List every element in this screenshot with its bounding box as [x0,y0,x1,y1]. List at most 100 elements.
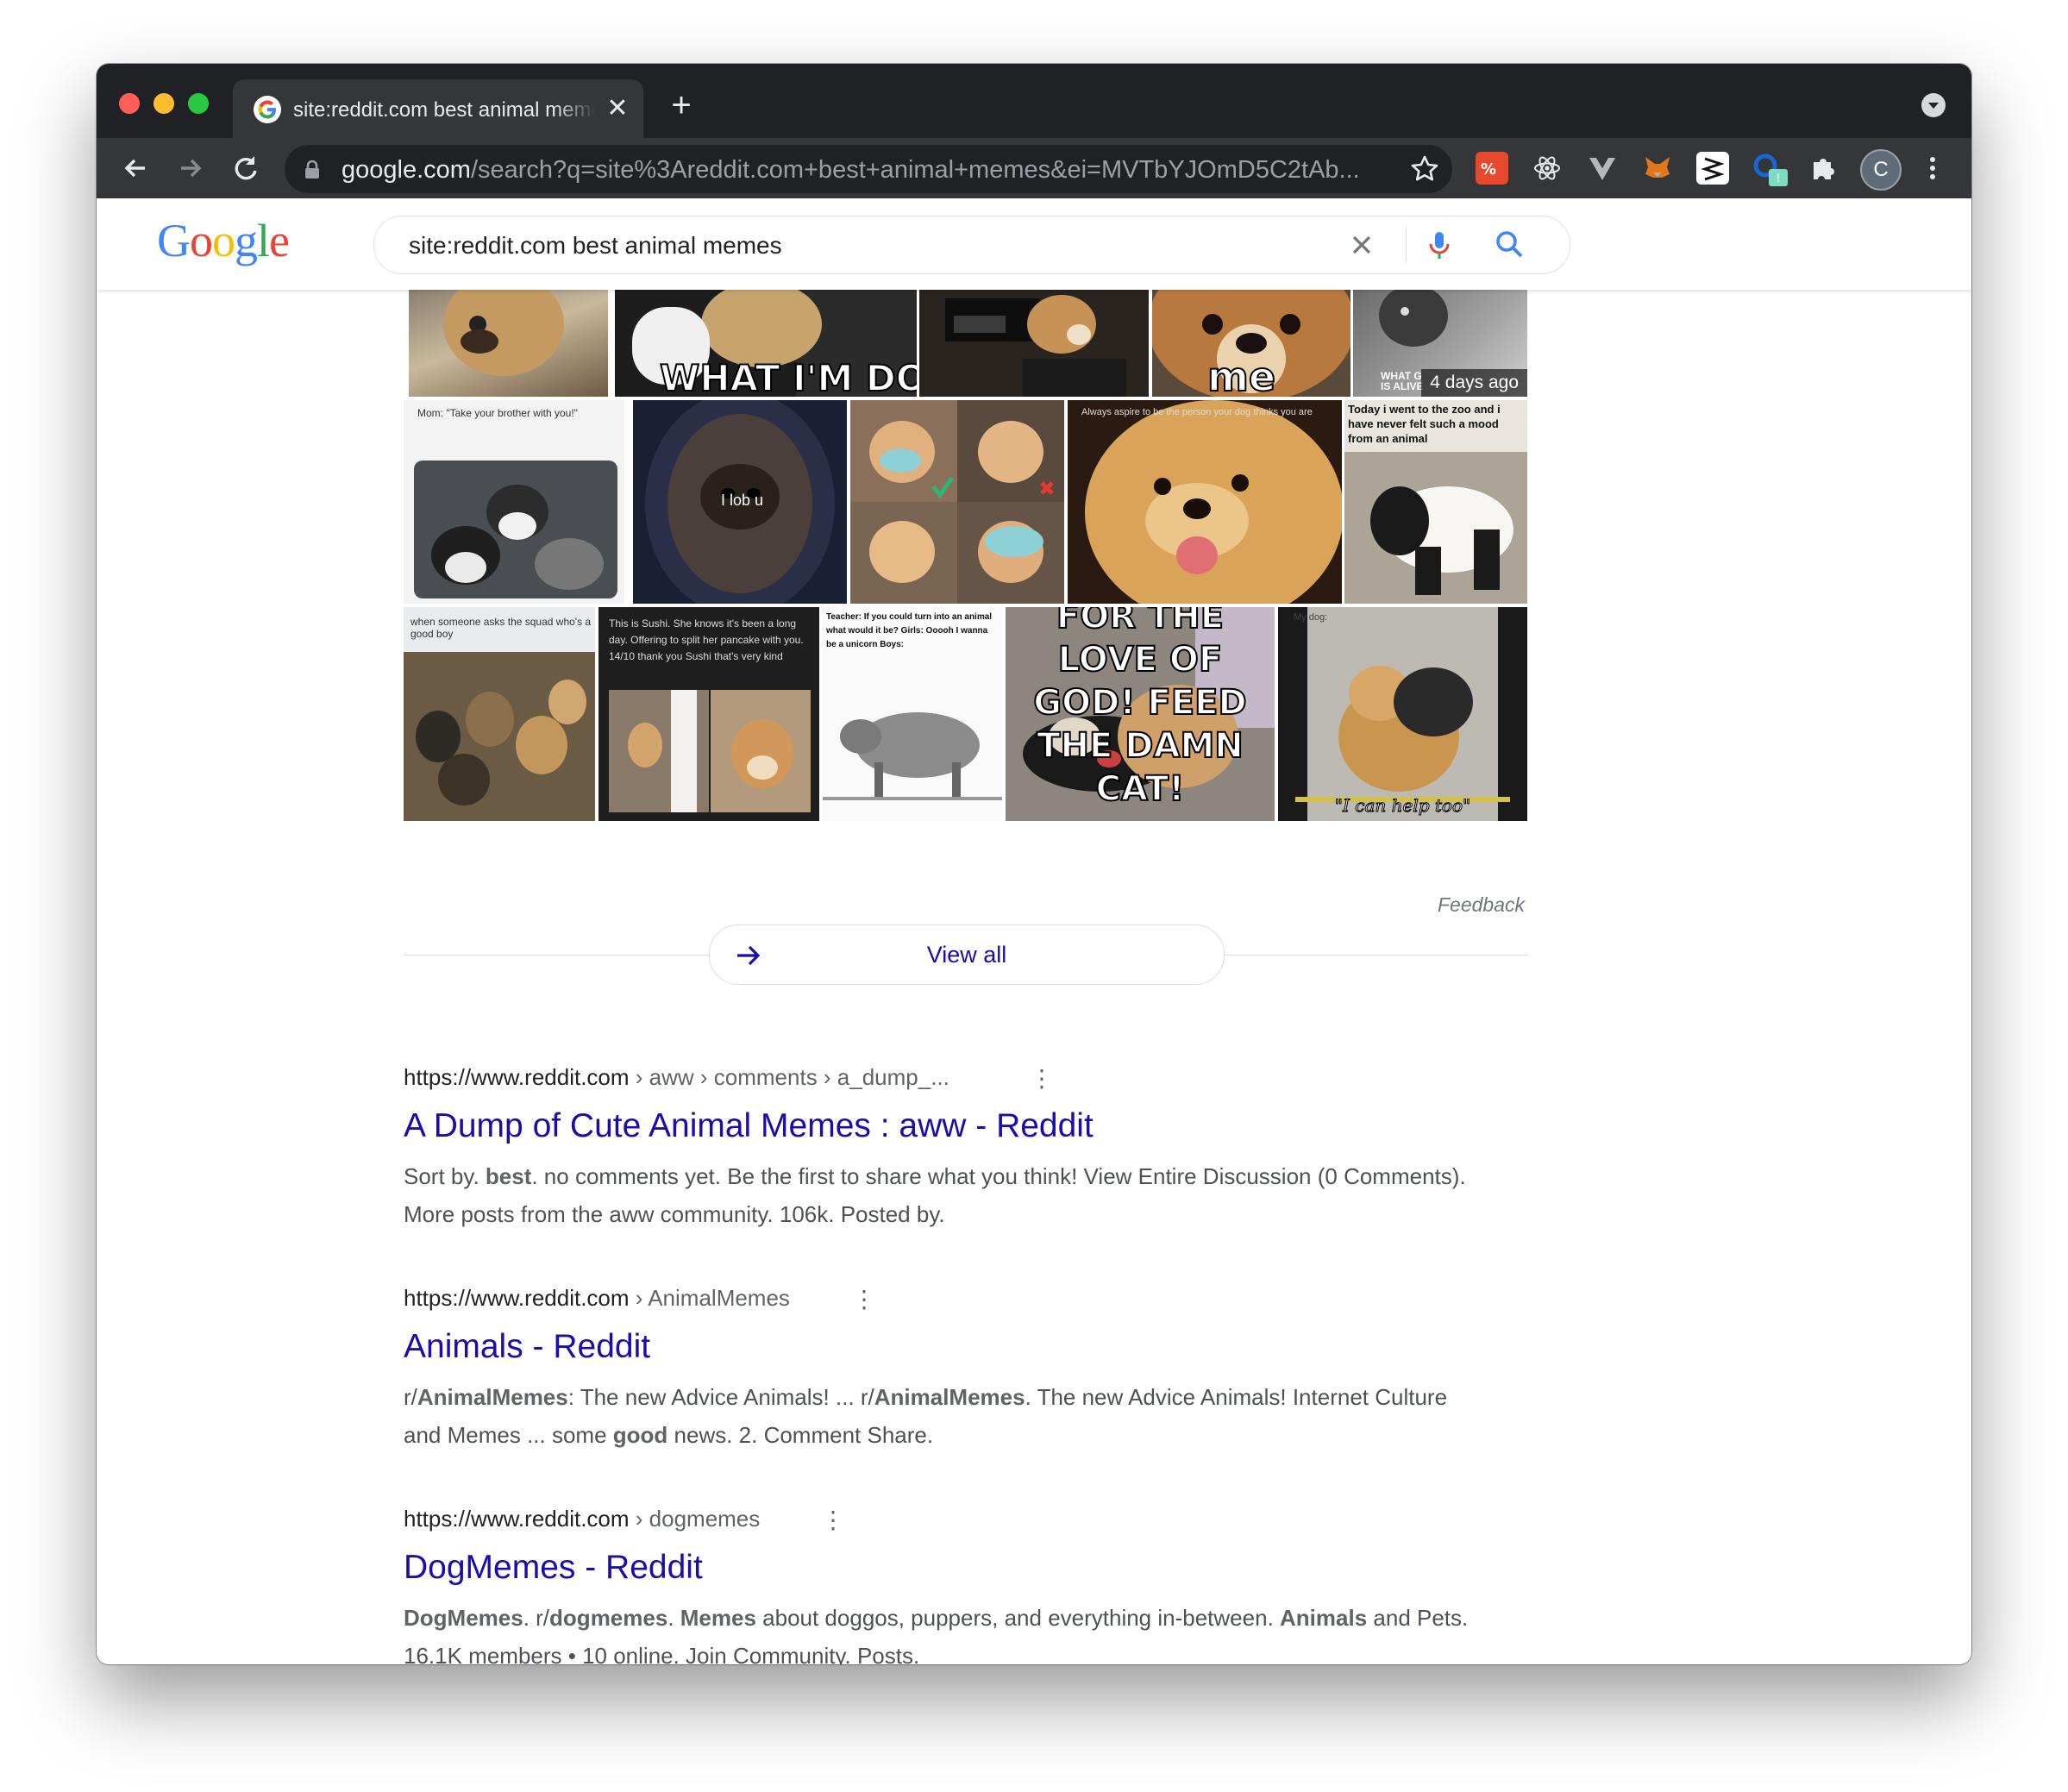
logo-letter: e [269,215,290,266]
more-options-kebab-icon[interactable]: ⋮ [852,1285,876,1313]
forward-arrow-icon [181,159,202,178]
back-button[interactable] [117,150,154,186]
browser-window: site:reddit.com best animal memes - Goog… [97,64,1971,1664]
logo-letter: G [157,215,191,266]
google-logo[interactable]: Google [157,214,290,267]
search-result: https://www.reddit.com › aww › comments … [404,1064,1473,1233]
minimize-window-button[interactable] [154,93,174,114]
logo-letter: o [190,215,213,266]
reload-icon [235,156,257,180]
extension-vue-icon[interactable] [1586,152,1619,185]
result-breadcrumb[interactable]: https://www.reddit.com › AnimalMemes ⋮ [404,1285,1473,1314]
extension-badge: ! [1769,169,1788,186]
image-result-feed-the-cat[interactable]: FOR THE LOVE OF GOD! FEED THE DAMN CAT! [1006,607,1275,821]
image-result-tapir-unicorn[interactable]: Teacher: If you could turn into an anima… [823,607,1002,821]
result-title-link[interactable]: DogMemes - Reddit [404,1549,1473,1594]
result-breadcrumb[interactable]: https://www.reddit.com › aww › comments … [404,1064,1473,1093]
result-path: › AnimalMemes [629,1285,790,1311]
extension-metamask-icon[interactable] [1641,152,1674,185]
google-header: Google site:reddit.com best animal memes [97,198,1971,290]
clear-search-button[interactable] [1344,227,1380,263]
view-all-button[interactable]: View all [709,924,1225,985]
maximize-window-button[interactable] [188,93,209,114]
image-result-i-can-help-too[interactable]: My dog: "I can help too" [1278,607,1527,821]
search-results-page: WHAT I'M DOING me WHAT G IS ALIVE 4 days… [97,290,1971,1664]
image-result-golden-retriever[interactable]: Always aspire to be the person your dog … [1068,400,1342,604]
image-result-dog-1[interactable] [409,290,608,397]
search-button[interactable] [1492,227,1528,263]
image-caption: "I can help too" [1334,795,1471,817]
image-caption: Always aspire to be the person your dog … [1081,407,1313,417]
back-arrow-icon [124,159,145,178]
result-title-link[interactable]: Animals - Reddit [404,1328,1473,1373]
extension-blue-icon[interactable]: ! [1752,152,1788,186]
image-caption: I lob u [721,492,764,509]
result-path: › dogmemes [629,1506,761,1532]
profile-avatar[interactable]: C [1860,149,1902,191]
reload-button[interactable] [228,150,264,186]
extension-react-icon[interactable] [1531,152,1564,185]
browser-menu-kebab-icon[interactable] [1916,152,1949,185]
image-result-me-dog[interactable]: me [1152,290,1350,397]
url-host: google.com [342,156,471,184]
image-date-badge: 4 days ago [1421,369,1527,397]
image-result-sushi-shiba[interactable]: This is Sushi. She knows it's been a lon… [598,607,819,821]
svg-text:%: % [1481,160,1496,179]
voice-search-button[interactable] [1421,227,1457,263]
image-caption-label: My dog: [1294,612,1328,623]
extension-stack-icon[interactable] [1696,152,1729,185]
tab-close-icon[interactable]: ✕ [604,95,631,122]
browser-toolbar: google.com/search?q=site%3Areddit.com+be… [97,138,1971,198]
result-snippet: r/AnimalMemes: The new Advice Animals! .… [404,1384,1448,1448]
new-tab-button[interactable]: + [666,88,697,122]
url-path: /search?q=site%3Areddit.com+best+animal+… [470,156,1360,184]
logo-letter: l [257,215,270,266]
bookmark-star-icon[interactable] [1409,154,1440,185]
view-all-label: View all [926,942,1007,968]
microphone-icon [1429,232,1450,259]
result-site: https://www.reddit.com [404,1064,630,1090]
image-result-good-boy-squad[interactable]: when someone asks the squad who's a good… [404,607,595,821]
image-result-cat-alive[interactable]: WHAT G IS ALIVE 4 days ago [1353,290,1527,397]
logo-letter: g [235,215,258,266]
image-caption: FOR THE LOVE OF GOD! FEED THE DAMN CAT! [1032,607,1247,810]
logo-letter: o [212,215,235,266]
tab-search-button[interactable] [1921,93,1946,117]
image-result-panda[interactable]: Today i went to the zoo and i have never… [1344,400,1527,604]
image-caption: me [1206,353,1276,397]
url-text: google.com/search?q=site%3Areddit.com+be… [342,156,1376,185]
chevron-down-icon [1928,103,1939,109]
lock-icon [305,160,319,179]
image-caption: Mom: "Take your brother with you!" [417,407,578,419]
close-window-button[interactable] [119,93,140,114]
search-box[interactable]: site:reddit.com best animal memes [373,216,1570,274]
google-favicon-icon [254,96,281,123]
result-snippet: Sort by. best. no comments yet. Be the f… [404,1163,1466,1227]
search-input[interactable]: site:reddit.com best animal memes [409,232,782,260]
result-title-link[interactable]: A Dump of Cute Animal Memes : aww - Redd… [404,1107,1473,1152]
extension-translate-icon[interactable]: % [1476,152,1508,185]
image-caption: WHAT I'M DOING [659,356,917,397]
image-result-seal[interactable]: I lob u [633,400,847,604]
result-breadcrumb[interactable]: https://www.reddit.com › dogmemes ⋮ [404,1506,1473,1535]
more-options-kebab-icon[interactable]: ⋮ [821,1506,845,1534]
image-result-husky[interactable]: Mom: "Take your brother with you!" [404,400,624,604]
extensions-puzzle-icon[interactable] [1807,152,1839,185]
result-snippet: DogMemes. r/dogmemes. Memes about doggos… [404,1605,1469,1664]
images-feedback-link[interactable]: Feedback [1438,893,1525,917]
forward-button[interactable] [172,150,209,186]
result-path: › aww › comments › a_dump_... [629,1064,949,1090]
image-result-shiba-masks[interactable] [850,400,1064,604]
image-result-dog-laptop[interactable] [919,290,1149,397]
tab-strip: site:reddit.com best animal memes - Goog… [97,64,1971,138]
address-bar[interactable]: google.com/search?q=site%3Areddit.com+be… [285,145,1452,193]
search-icon [1496,231,1523,258]
image-result-what-im-doing[interactable]: WHAT I'M DOING [615,290,917,397]
close-icon [1352,235,1371,254]
search-result: https://www.reddit.com › dogmemes ⋮ DogMe… [404,1506,1473,1664]
more-options-kebab-icon[interactable]: ⋮ [1030,1064,1054,1093]
search-divider [1406,227,1407,263]
result-site: https://www.reddit.com [404,1506,630,1532]
tab-google-search[interactable]: site:reddit.com best animal memes - Goog… [233,79,643,138]
tab-title: site:reddit.com best animal memes - Goog… [293,98,595,122]
